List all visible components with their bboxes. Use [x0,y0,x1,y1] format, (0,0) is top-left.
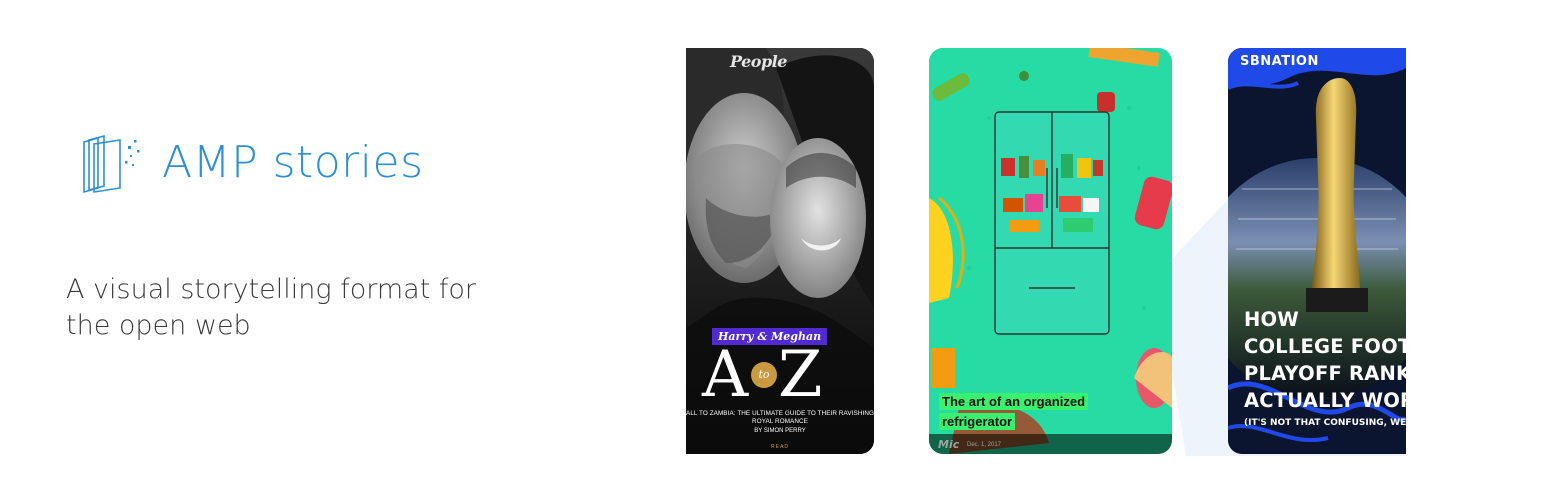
publisher-logo-sbnation: SBNATION [1240,54,1319,69]
tagline: A visual storytelling format for the ope… [66,272,496,344]
story-card-sbnation[interactable]: SBNATION HOW COLLEGE FOOTB PLAYOFF RANKI… [1228,48,1406,454]
story-date: Dec. 1, 2017 [967,442,1002,448]
publisher-logo-people: People [730,52,787,71]
story-headline-line-3: PLAYOFF RANKI [1244,362,1406,385]
story-cards: People Harry & Meghan A to Z ALL TO ZAMB… [686,46,1406,456]
story-subtitle-line-1: ALL TO ZAMBIA: THE ULTIMATE GUIDE TO THE… [686,410,874,417]
story-author: BY SIMON PERRY [754,428,806,434]
story-subtitle: ALL TO ZAMBIA: THE ULTIMATE GUIDE TO THE… [686,410,874,426]
amp-stories-logo-icon [83,134,140,194]
story-subtitle-line-2: ROYAL ROMANCE [752,418,808,425]
publisher-logo-mic: Mic [938,438,960,451]
story-card-mic[interactable]: The art of an organized refrigerator Mic… [929,48,1172,454]
story-headline-line-4: ACTUALLY WOR [1244,389,1406,412]
story-caption: The art of an organized refrigerator [939,392,1109,432]
story-title-a-to-z: A to Z [700,340,860,410]
tagline-line-1: A visual storytelling format for [66,274,476,305]
tagline-line-2: the open web [66,310,251,341]
read-link[interactable]: READ [686,444,874,450]
story-caption-line-1: The art of an organized [939,393,1089,410]
story-headline-line-2: COLLEGE FOOTB [1244,335,1406,358]
brand-lockup[interactable]: AMP stories [82,130,424,196]
title-letter-a: A [702,338,749,412]
story-footer [929,434,1172,454]
story-subtitle: (IT'S NOT THAT CONFUSING, WE PROM [1244,418,1406,428]
story-headline-line-1: HOW [1244,308,1300,331]
brand-name: AMP stories [162,137,424,188]
title-connector-badge: to [751,362,777,388]
title-letter-z: Z [778,338,823,412]
hero-section: AMP stories A visual storytelling format… [0,0,1544,500]
story-caption-line-2: refrigerator [939,413,1016,430]
story-headline: HOW COLLEGE FOOTB PLAYOFF RANKI ACTUALLY… [1244,306,1406,414]
story-card-people[interactable]: People Harry & Meghan A to Z ALL TO ZAMB… [686,48,874,454]
